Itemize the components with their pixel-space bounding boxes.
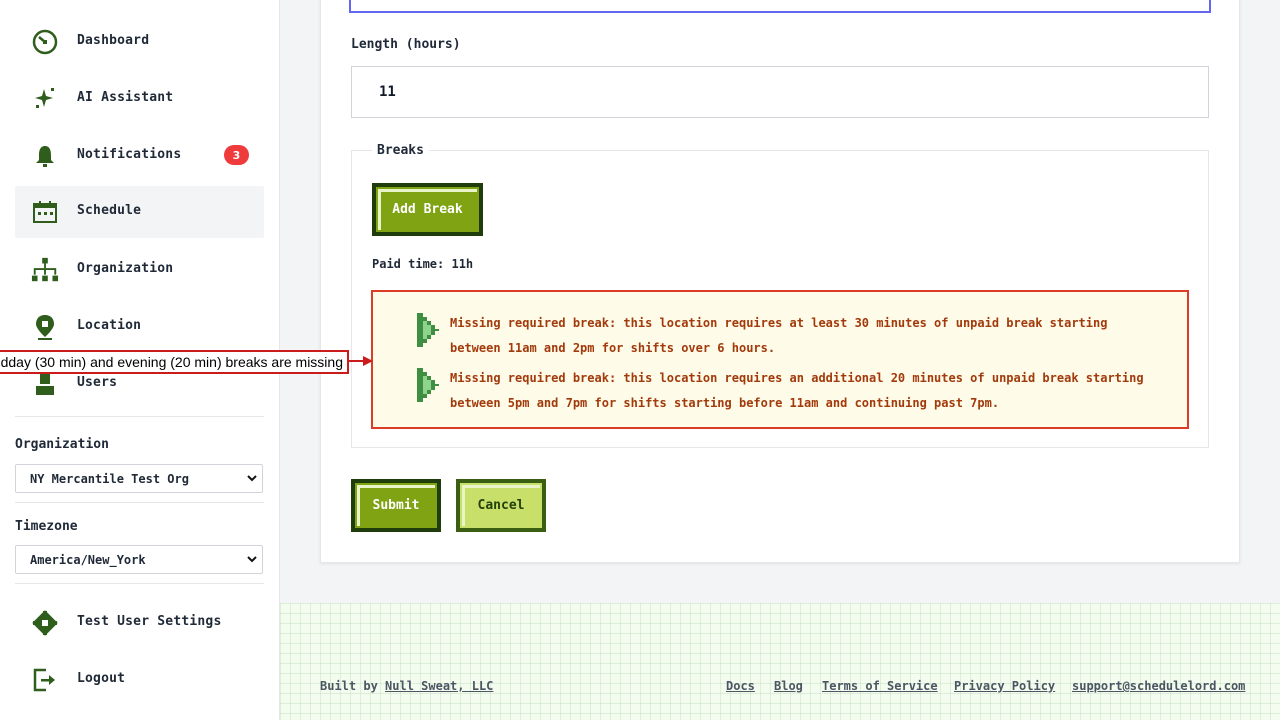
timezone-label: Timezone [15, 519, 78, 534]
calendar-icon [31, 198, 59, 226]
organization-select[interactable]: NY Mercantile Test Org [15, 464, 263, 493]
sidebar-item-notifications[interactable]: Notifications 3 [15, 130, 264, 182]
sidebar-item-label: Schedule [77, 203, 142, 218]
gear-icon [31, 609, 59, 637]
warning-text: Missing required break: this location re… [450, 371, 1144, 410]
footer-link-terms[interactable]: Terms of Service [822, 679, 938, 693]
sparkle-icon [31, 85, 59, 113]
user-icon [31, 370, 59, 398]
annotation-text: Both midday (30 min) and evening (20 min… [0, 354, 343, 370]
notification-count-badge: 3 [224, 145, 249, 165]
cancel-button-label: Cancel [477, 498, 525, 513]
sidebar-item-settings[interactable]: Test User Settings [15, 597, 264, 649]
annotation-callout: Both midday (30 min) and evening (20 min… [0, 350, 349, 374]
play-arrow-icon [417, 368, 439, 402]
chevron-down-icon [247, 475, 257, 482]
org-chart-icon [31, 256, 59, 284]
annotation-arrow-icon [349, 356, 373, 366]
sidebar-divider [15, 416, 264, 417]
sidebar-divider [15, 583, 264, 584]
sidebar-item-organization[interactable]: Organization [15, 244, 264, 296]
sidebar-divider [15, 502, 264, 503]
timezone-select-value: America/New_York [30, 552, 146, 567]
null-sweat-link[interactable]: Null Sweat, LLC [385, 679, 493, 693]
footer-link-support-email[interactable]: support@schedulelord.com [1072, 679, 1245, 693]
sidebar-item-ai-assistant[interactable]: AI Assistant [15, 73, 264, 125]
sidebar-item-label: Dashboard [77, 33, 150, 48]
play-arrow-icon [417, 313, 439, 347]
chevron-down-icon [247, 556, 257, 563]
warning-text: Missing required break: this location re… [450, 316, 1108, 355]
sidebar-item-location[interactable]: Location [15, 301, 264, 353]
length-label: Length (hours) [351, 37, 461, 52]
length-input[interactable]: 11 [351, 66, 1209, 118]
footer: Built by Null Sweat, LLC Docs Blog Terms… [280, 603, 1280, 720]
cancel-button[interactable]: Cancel [456, 479, 546, 532]
sidebar-item-label: Test User Settings [77, 614, 222, 629]
organization-select-value: NY Mercantile Test Org [30, 471, 189, 486]
built-by-prefix: Built by [320, 679, 378, 693]
sidebar-item-schedule[interactable]: Schedule [15, 186, 264, 238]
sidebar-item-label: AI Assistant [77, 90, 174, 105]
bell-icon [31, 142, 59, 170]
submit-button-label: Submit [372, 498, 420, 513]
timezone-select[interactable]: America/New_York [15, 545, 263, 574]
sidebar-item-label: Logout [77, 671, 126, 686]
footer-link-privacy[interactable]: Privacy Policy [954, 679, 1055, 693]
map-pin-icon [31, 313, 59, 341]
length-input-value: 11 [379, 84, 396, 100]
focused-input-field[interactable] [349, 0, 1211, 13]
break-warning-alert: Missing required break: this location re… [371, 290, 1189, 429]
sidebar-item-logout[interactable]: Logout [15, 654, 264, 706]
footer-link-blog[interactable]: Blog [774, 679, 803, 693]
breaks-legend: Breaks [372, 143, 429, 158]
dashboard-icon [31, 28, 59, 56]
footer-link-docs[interactable]: Docs [726, 679, 755, 693]
sidebar-item-label: Users [77, 375, 118, 390]
sidebar-item-label: Organization [77, 261, 174, 276]
sidebar-item-label: Location [77, 318, 142, 333]
sidebar-item-dashboard[interactable]: Dashboard [15, 16, 264, 68]
logout-icon [31, 666, 59, 694]
sidebar-item-label: Notifications [77, 147, 182, 162]
organization-label: Organization [15, 437, 109, 452]
submit-button[interactable]: Submit [351, 479, 441, 532]
built-by-text: Built by Null Sweat, LLC [320, 679, 493, 693]
paid-time-text: Paid time: 11h [372, 257, 474, 271]
add-break-button[interactable]: Add Break [372, 183, 483, 236]
add-break-button-label: Add Break [392, 202, 463, 217]
